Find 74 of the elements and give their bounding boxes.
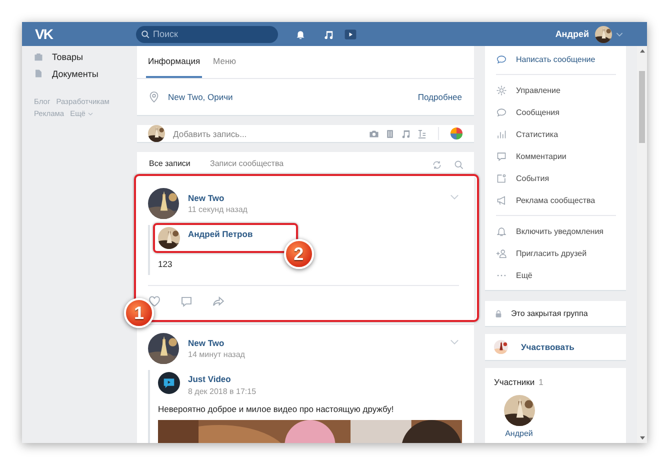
camera-icon[interactable]	[369, 128, 379, 138]
post-time: 14 минут назад	[188, 350, 246, 359]
bell-icon[interactable]	[295, 28, 306, 40]
heart-icon[interactable]	[148, 294, 161, 308]
refresh-icon[interactable]	[432, 160, 442, 170]
post-author[interactable]: New Two	[188, 193, 450, 203]
search-field[interactable]: Поиск	[136, 26, 278, 42]
scroll-thumb[interactable]	[639, 71, 645, 143]
user-name[interactable]: Андрей	[555, 29, 589, 39]
add-user-icon	[496, 248, 507, 258]
chevron-down-icon[interactable]	[450, 339, 459, 345]
location-pin-icon	[149, 91, 159, 103]
members-title: Участники	[494, 377, 535, 388]
scroll-down-icon[interactable]	[640, 436, 644, 440]
menu-item[interactable]: Реклама сообщества	[516, 196, 596, 204]
message-icon	[496, 54, 507, 64]
post-time: 11 секунд назад	[188, 205, 248, 214]
calendar-icon	[496, 172, 507, 184]
comment-icon[interactable]	[180, 294, 193, 308]
post-text: 123	[158, 259, 174, 271]
member-name[interactable]: Андрей	[505, 429, 533, 438]
step-badge: 2	[284, 239, 314, 269]
tab[interactable]: Меню	[213, 46, 236, 78]
chevron-down-icon[interactable]	[450, 194, 459, 200]
video-chat-icon	[158, 372, 180, 394]
search-icon	[141, 30, 150, 38]
tab[interactable]: Все записи	[146, 152, 199, 177]
repost-date: 8 дек 2018 в 17:15	[188, 387, 256, 396]
repost-author[interactable]: Андрей Петров	[188, 229, 253, 239]
comment-icon	[496, 150, 507, 162]
share-icon[interactable]	[212, 294, 225, 308]
menu-item[interactable]: Написать сообщение	[516, 54, 596, 64]
tab[interactable]: Записи сообщества	[210, 152, 284, 177]
chat-bubble-icon	[496, 106, 507, 118]
menu-item[interactable]: События	[516, 174, 550, 182]
menu-item[interactable]: Статистика	[516, 130, 558, 138]
post-text: Невероятно доброе и милое видео про настоящую дружбу!	[158, 404, 395, 416]
post-author[interactable]: New Two	[188, 338, 450, 348]
chevron-down-icon[interactable]	[88, 112, 94, 116]
scroll-up-icon[interactable]	[640, 49, 644, 53]
text-format-icon[interactable]	[417, 128, 427, 138]
logo[interactable]: VK	[35, 26, 52, 42]
more-link[interactable]: Подробнее	[418, 92, 462, 102]
play-icon[interactable]	[344, 28, 357, 40]
repost-author[interactable]: Just Video	[188, 374, 256, 384]
closed-group-notice: Это закрытая группа	[511, 309, 588, 318]
megaphone-icon	[496, 194, 507, 206]
location-text: New Two, Оричи	[168, 92, 234, 102]
menu-item[interactable]: Комментарии	[516, 152, 566, 160]
join-link[interactable]: Участвовать	[521, 342, 574, 352]
menu-item[interactable]: Включить уведомления	[516, 226, 604, 236]
lock-icon	[495, 310, 502, 318]
bar-chart-icon	[496, 128, 507, 140]
add-post-field[interactable]: Добавить запись...	[173, 128, 363, 138]
settings-icon	[496, 84, 507, 96]
members-count: 1	[538, 377, 544, 388]
step-badge: 1	[124, 298, 154, 328]
scrollbar[interactable]	[637, 46, 647, 443]
sidebar-item[interactable]: Товары	[52, 52, 83, 62]
chevron-down-icon[interactable]	[616, 32, 623, 36]
menu-item[interactable]: Сообщения	[516, 108, 560, 116]
menu-item[interactable]: Управление	[516, 86, 560, 94]
film-icon[interactable]	[385, 128, 395, 138]
search-icon[interactable]	[454, 160, 464, 170]
music-note-icon[interactable]	[323, 28, 334, 40]
tab[interactable]: Информация	[146, 46, 202, 78]
sidebar-item[interactable]: Документы	[52, 68, 98, 78]
document-icon	[34, 69, 43, 78]
menu-item[interactable]: Ещё	[516, 270, 532, 280]
color-wheel-icon[interactable]	[450, 127, 463, 140]
bag-icon	[34, 52, 43, 61]
music-note-icon[interactable]	[401, 128, 411, 138]
menu-item[interactable]: Пригласить друзей	[516, 248, 587, 258]
bell-icon	[496, 226, 507, 236]
